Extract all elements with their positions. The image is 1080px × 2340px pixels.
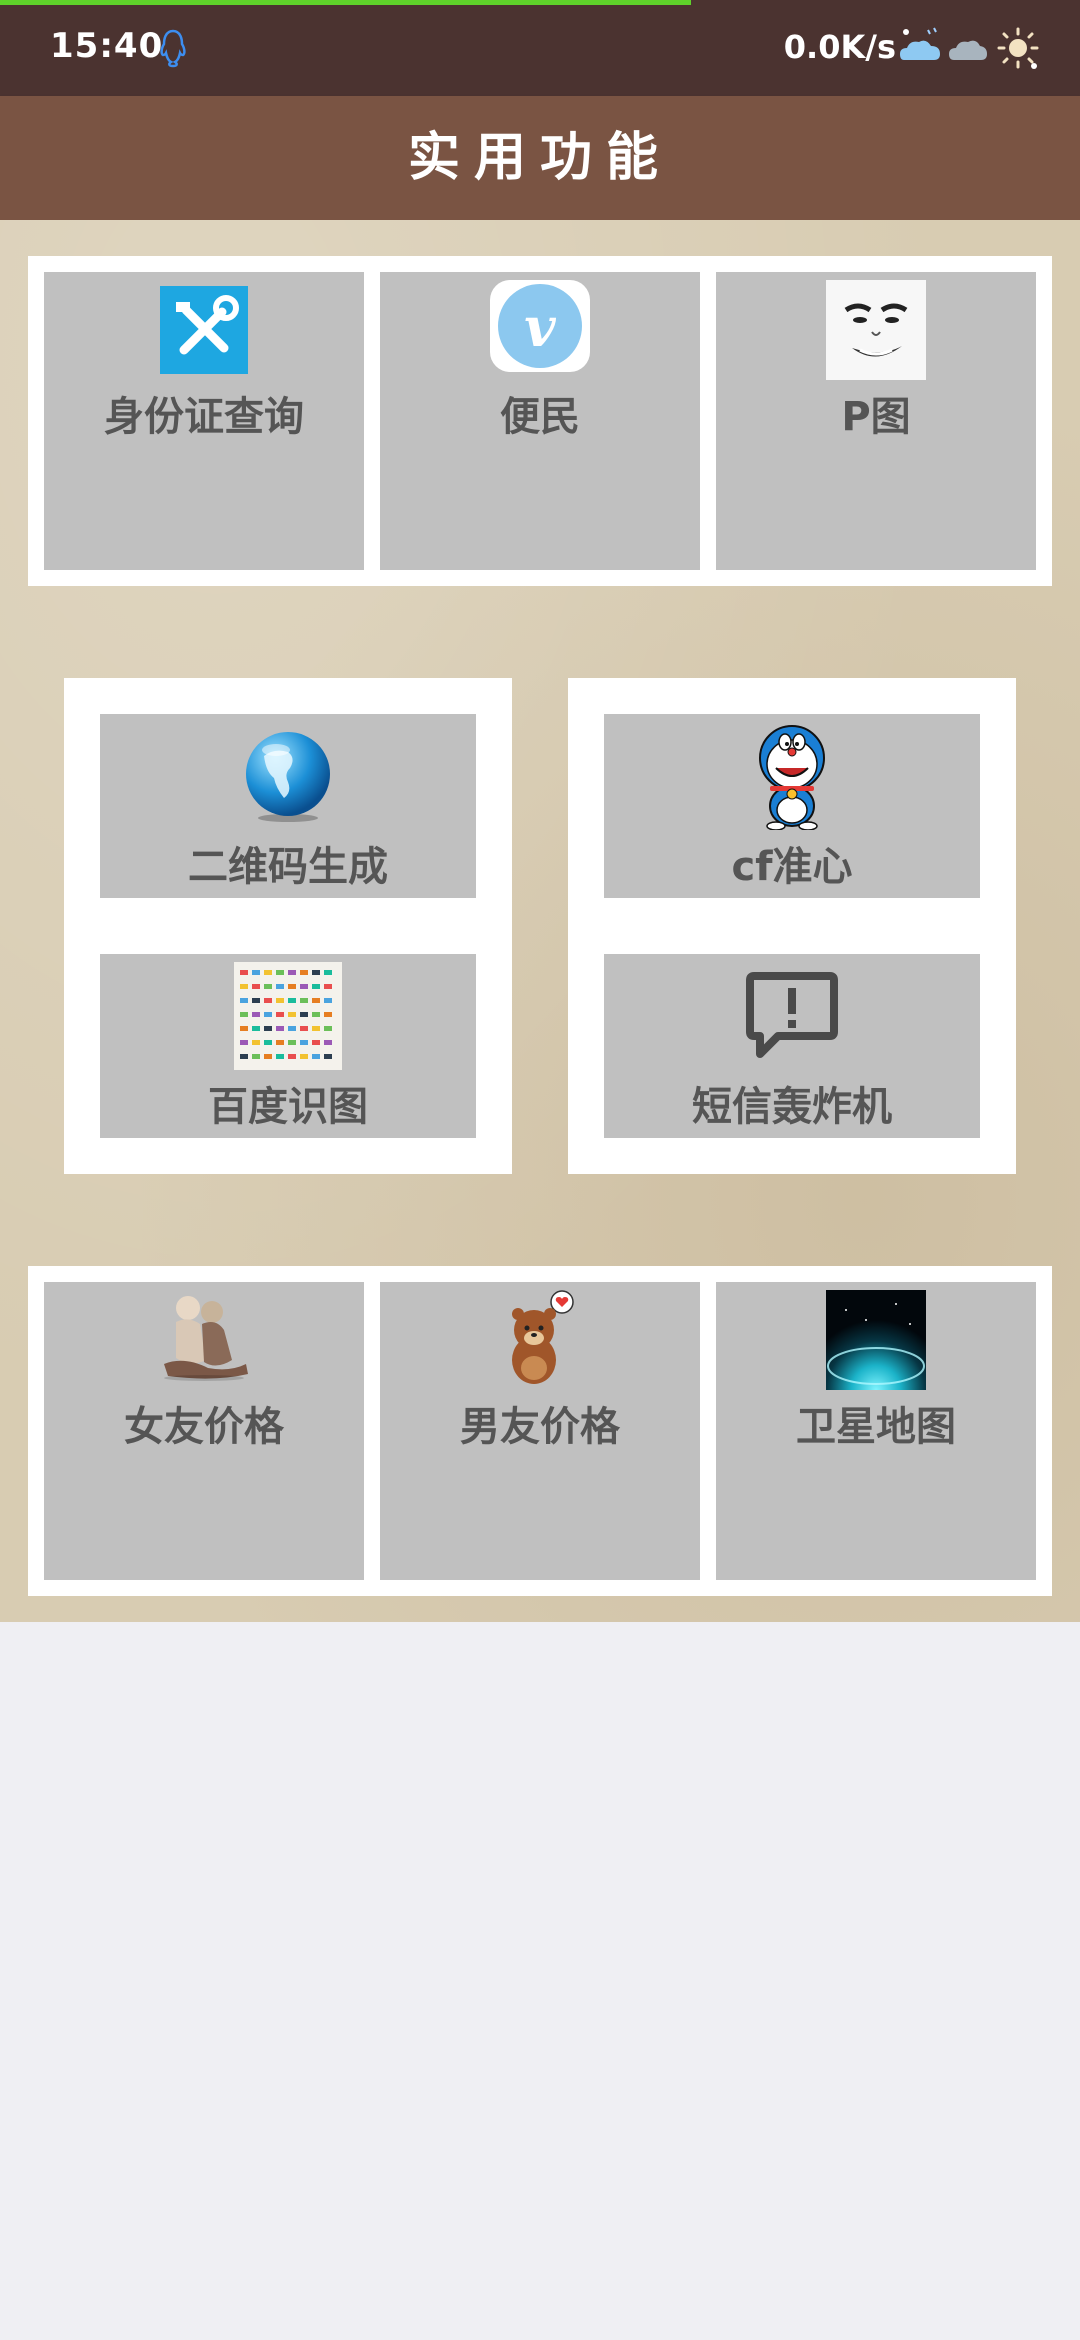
- svg-text:v: v: [524, 295, 556, 359]
- tile-label: 身份证查询: [104, 394, 304, 440]
- network-speed: 0.0K/s: [783, 28, 896, 66]
- bear-heart-icon: [512, 1290, 574, 1384]
- tile-boyfriend-price[interactable]: 男友价格: [380, 1282, 700, 1580]
- tile-label: P图: [841, 394, 911, 440]
- cloud-snow-icon: [900, 27, 940, 60]
- tile-label: cf准心: [731, 844, 853, 890]
- tile-sms-bomber[interactable]: 短信轰炸机: [604, 954, 980, 1138]
- tile-convenience[interactable]: v 便民: [380, 272, 700, 570]
- sun-icon: [997, 27, 1039, 69]
- globe-icon: [246, 732, 330, 822]
- tile-baidu-image-search[interactable]: 百度识图: [100, 954, 476, 1138]
- alert-message-icon: [746, 972, 838, 1058]
- meme-face-icon: [826, 280, 926, 380]
- middle-left-panel: 二维码生成 百度识图: [64, 678, 512, 1174]
- tools-icon: [160, 286, 248, 374]
- tile-id-lookup[interactable]: 身份证查询: [44, 272, 364, 570]
- status-bar: 15:40 0.0K/s: [0, 0, 1080, 96]
- tile-label: 便民: [500, 394, 580, 440]
- page-load-progress: [0, 0, 692, 5]
- content-area: 身份证查询 v 便民 P图 二维码生成 百度识图 cf准心 短信轰炸机 女友价格…: [0, 220, 1080, 1622]
- tile-label: 男友价格: [460, 1404, 620, 1450]
- doraemon-icon: [759, 725, 825, 830]
- tile-label: 卫星地图: [796, 1404, 956, 1450]
- top-function-panel: 身份证查询 v 便民 P图: [28, 256, 1052, 586]
- middle-right-panel: cf准心 短信轰炸机: [568, 678, 1016, 1174]
- tile-photo-edit[interactable]: P图: [716, 272, 1036, 570]
- tile-girlfriend-price[interactable]: 女友价格: [44, 1282, 364, 1580]
- cloud-icon: [949, 40, 987, 60]
- app-header: 实用功能: [0, 96, 1080, 220]
- mosaic-thumbnail-icon: [234, 962, 342, 1070]
- tile-qrcode-generate[interactable]: 二维码生成: [100, 714, 476, 898]
- bottom-function-panel: 女友价格 男友价格 卫星地图: [28, 1266, 1052, 1596]
- tile-label: 百度识图: [208, 1084, 368, 1130]
- earth-night-icon: [826, 1290, 926, 1390]
- vimeo-v-icon: v: [490, 280, 590, 372]
- qq-icon: [160, 29, 186, 68]
- tile-cf-crosshair[interactable]: cf准心: [604, 714, 980, 898]
- page-title: 实用功能: [407, 128, 672, 188]
- tile-label: 二维码生成: [188, 844, 388, 890]
- status-time: 15:40: [50, 26, 164, 66]
- couple-illustration-icon: [164, 1296, 248, 1381]
- tile-label: 女友价格: [124, 1404, 284, 1450]
- tile-label: 短信轰炸机: [692, 1084, 892, 1130]
- tile-satellite-map[interactable]: 卫星地图: [716, 1282, 1036, 1580]
